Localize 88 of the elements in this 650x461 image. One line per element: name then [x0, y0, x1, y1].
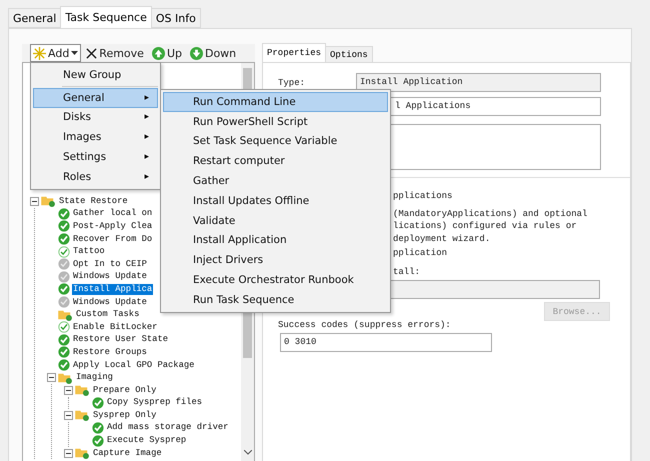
check-icon [58, 334, 70, 346]
collapse-icon[interactable] [46, 373, 56, 382]
menu-item[interactable]: New Group [33, 65, 158, 85]
section-heading: pplications [393, 190, 454, 202]
success-codes-label: Success codes (suppress errors): [278, 320, 451, 330]
check-icon [58, 233, 70, 246]
menu-item[interactable]: Inject Drivers [163, 250, 388, 270]
tree-item[interactable]: Restore User State [72, 334, 170, 346]
tree-item[interactable]: Execute Sysprep [106, 435, 188, 446]
folder-icon [75, 447, 90, 460]
tree-item[interactable]: Windows Update [72, 296, 148, 308]
tab[interactable]: General [8, 8, 62, 28]
description-text: deployment wizard. [393, 232, 492, 245]
tab[interactable]: Options [325, 46, 373, 62]
tree-item[interactable]: Gather local on [72, 208, 154, 220]
check-icon [58, 246, 70, 258]
tree-item[interactable]: Opt In to CEIP [72, 258, 148, 270]
tree-item[interactable]: Capture Image [92, 448, 163, 459]
option-label: pplication [393, 247, 448, 260]
menu-item[interactable]: Roles ▸ [33, 166, 158, 187]
down-arrow-icon [190, 46, 203, 60]
menu-item[interactable]: Run Task Sequence [163, 290, 388, 310]
menu-item[interactable]: Run Command Line [163, 92, 388, 112]
folder-icon [75, 384, 90, 396]
collapse-icon[interactable] [64, 448, 72, 458]
scroll-down-icon[interactable] [244, 450, 252, 455]
menu-item[interactable]: Set Task Sequence Variable [163, 132, 388, 152]
tree-item[interactable]: Imaging [75, 372, 114, 384]
tab[interactable]: OS Info [150, 8, 201, 28]
toolbar-button[interactable]: Down [186, 44, 240, 62]
folder-icon [75, 409, 90, 422]
check-icon [58, 321, 70, 334]
type-field: Install Application [356, 73, 601, 92]
circle-icon [58, 270, 70, 283]
up-arrow-icon [152, 46, 165, 60]
tree-item[interactable]: Windows Update [72, 271, 148, 282]
description-text: (MandatoryApplications) and optional [393, 208, 588, 220]
tree-item[interactable]: Restore Groups [72, 346, 148, 358]
circle-icon [58, 258, 70, 270]
check-icon [92, 422, 104, 434]
tree-item[interactable]: Install Applica [72, 284, 154, 295]
circle-icon [58, 296, 70, 308]
tree-item[interactable]: Sysprep Only [92, 410, 158, 421]
tree-item[interactable]: Prepare Only [92, 384, 158, 396]
success-codes-field[interactable]: 0 3010 [280, 333, 492, 352]
toolbar-button[interactable]: Add [30, 44, 82, 62]
tab[interactable]: Properties [262, 43, 326, 62]
tree-item[interactable]: Post-Apply Clea [72, 220, 154, 232]
menu-item[interactable]: Gather [163, 171, 388, 191]
tree-item[interactable]: Add mass storage driver [106, 422, 230, 434]
menu-item[interactable]: Disks ▸ [33, 108, 158, 128]
check-icon [58, 283, 70, 296]
tab[interactable]: Task Sequence [60, 6, 152, 28]
install-label: tall: [393, 266, 422, 278]
menu-item[interactable]: Install Application [163, 230, 388, 250]
type-label: Type: [278, 78, 306, 88]
check-icon [58, 220, 70, 232]
menu-item[interactable]: Restart computer [163, 151, 388, 172]
close-icon [86, 48, 98, 58]
collapse-icon[interactable] [30, 196, 38, 206]
tree-item[interactable]: Custom Tasks [75, 309, 140, 320]
tree-item[interactable]: Copy Sysprep files [106, 397, 204, 408]
check-icon [58, 346, 70, 358]
collapse-icon[interactable] [64, 410, 72, 420]
check-icon [92, 396, 104, 409]
collapse-icon[interactable] [64, 386, 72, 395]
tree-item[interactable]: Enable BitLocker [72, 322, 158, 333]
menu-item[interactable]: Settings ▸ [33, 147, 158, 167]
folder-icon [41, 195, 56, 208]
check-icon [92, 434, 104, 447]
menu-item[interactable]: Validate [163, 210, 388, 231]
check-icon [58, 359, 70, 372]
toolbar-button[interactable]: Up [148, 44, 185, 62]
menu-item[interactable]: General ▸ [33, 88, 158, 108]
tree-item[interactable]: Tattoo [72, 246, 106, 258]
folder-icon [58, 372, 73, 384]
tree-item[interactable]: Recover From Do [72, 234, 154, 245]
menu-item[interactable]: Install Updates Offline [163, 190, 388, 211]
folder-icon [58, 308, 73, 321]
menu-item[interactable]: Images ▸ [33, 127, 158, 148]
star-icon [33, 46, 46, 60]
menu-item[interactable]: Execute Orchestrator Runbook [163, 270, 388, 290]
toolbar-button[interactable]: Remove [83, 44, 147, 62]
check-icon [58, 208, 70, 220]
caret-icon [71, 51, 78, 55]
tree-item[interactable]: Apply Local GPO Package [72, 360, 196, 371]
tree-item[interactable]: State Restore [58, 196, 129, 207]
description-text: lications) configured via rules or [393, 220, 578, 232]
